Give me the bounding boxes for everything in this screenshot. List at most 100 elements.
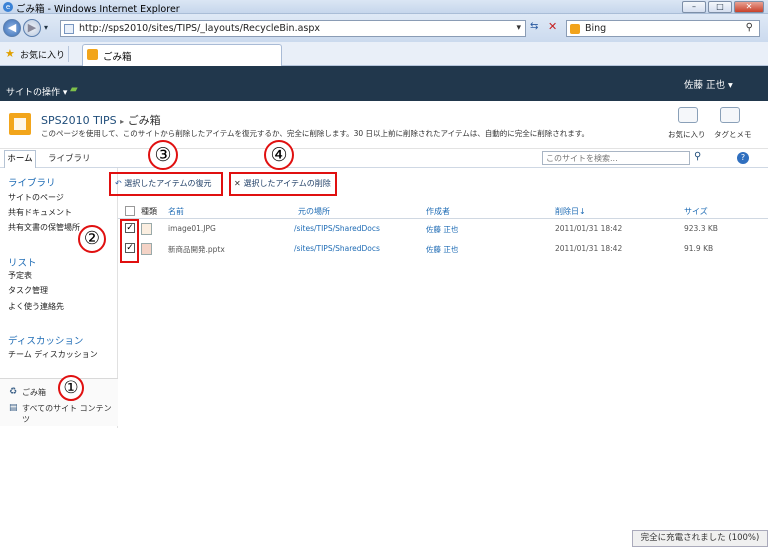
bing-icon <box>570 24 580 34</box>
url-text: http://sps2010/sites/TIPS/_layouts/Recyc… <box>79 23 321 34</box>
recent-pages-dropdown-icon[interactable]: ▾ <box>44 23 48 32</box>
row-name: 新商品開発.pptx <box>168 245 225 254</box>
sharepoint-tab-icon <box>87 49 98 60</box>
checkbox-highlight-box <box>120 219 139 263</box>
breadcrumb-separator-icon: ▸ <box>120 117 125 126</box>
favorites-button[interactable]: お気に入り <box>20 48 65 61</box>
minimize-button[interactable]: – <box>682 1 706 13</box>
restore-label: 選択したアイテムの復元 <box>124 179 212 188</box>
breadcrumb-site-link[interactable]: SPS2010 TIPS <box>41 114 117 127</box>
recycle-bin-icon: ♻ <box>9 387 18 397</box>
favorites-bar: ★ お気に入り ごみ箱 <box>0 42 768 66</box>
status-bar: 完全に充電されました (100%) <box>632 530 768 547</box>
delete-button[interactable]: ✕ 選択したアイテムの削除 <box>229 172 337 196</box>
column-type: 種類 <box>141 207 157 216</box>
ie-icon: e <box>3 2 13 12</box>
search-icon[interactable]: ⚲ <box>746 22 753 33</box>
site-content-icon: ▤ <box>9 403 18 413</box>
column-created-by[interactable]: 作成者 <box>426 206 450 217</box>
nav-recycle-bin[interactable]: ごみ箱 <box>22 387 46 398</box>
favorites-star-icon: ★ <box>5 47 15 60</box>
row-author[interactable]: 佐藤 正也 <box>426 244 458 255</box>
browser-tab[interactable]: ごみ箱 <box>82 44 282 66</box>
nav-item-calendar[interactable]: 予定表 <box>8 270 32 281</box>
nav-heading-libraries[interactable]: ライブラリ <box>8 175 56 189</box>
forward-button[interactable]: ▶ <box>23 19 41 37</box>
row-name: image01.JPG <box>168 224 216 233</box>
close-button[interactable]: ✕ <box>734 1 764 13</box>
delete-icon: ✕ <box>234 179 244 188</box>
site-actions-menu[interactable]: サイトの操作 ▾ <box>6 85 67 98</box>
breadcrumb-current-page: ごみ箱 <box>127 114 161 127</box>
page-icon <box>64 24 74 34</box>
tags-notes-icon[interactable] <box>720 107 740 123</box>
nav-item-shared-documents[interactable]: 共有ドキュメント <box>8 207 72 218</box>
breadcrumb: SPS2010 TIPS ▸ ごみ箱 <box>41 112 161 128</box>
site-search-input[interactable] <box>543 152 689 164</box>
divider <box>68 46 69 62</box>
nav-item-contacts[interactable]: よく使う連絡先 <box>8 301 64 312</box>
annotation-4: ④ <box>264 140 294 170</box>
site-search-box <box>542 151 690 165</box>
navigate-up-icon[interactable]: ▰ <box>70 84 78 95</box>
annotation-2: ② <box>78 225 106 253</box>
favorite-label[interactable]: お気に入り <box>668 129 706 140</box>
user-name: 佐藤 正也 <box>684 80 726 91</box>
column-size[interactable]: サイズ <box>684 206 708 217</box>
column-deleted[interactable]: 削除日↓ <box>555 206 586 217</box>
row-size: 91.9 KB <box>684 244 714 253</box>
select-all-checkbox[interactable] <box>125 206 135 216</box>
nav-heading-discussions[interactable]: ディスカッション <box>8 333 83 347</box>
maximize-button[interactable]: □ <box>708 1 732 13</box>
nav-item-site-pages[interactable]: サイトのページ <box>8 192 64 203</box>
row-size: 923.3 KB <box>684 224 718 233</box>
column-original-location[interactable]: 元の場所 <box>298 206 330 217</box>
sharepoint-ribbon-header: サイトの操作 ▾ ▰ 佐藤 正也 ▾ <box>0 66 768 101</box>
nav-item-document-archive[interactable]: 共有文書の保管場所 <box>8 222 80 233</box>
tab-title: ごみ箱 <box>103 52 132 63</box>
ribbon-tab-row: ホーム ライブラリ ⚲ ? <box>0 149 768 168</box>
site-title-area: SPS2010 TIPS ▸ ごみ箱 このページを使用して、このサイトから削除し… <box>0 101 768 149</box>
refresh-icon[interactable]: ⇆ <box>530 21 538 32</box>
delete-label: 選択したアイテムの削除 <box>243 179 331 188</box>
back-button[interactable]: ◀ <box>3 19 21 37</box>
site-logo-icon <box>9 113 31 135</box>
row-deleted: 2011/01/31 18:42 <box>555 244 623 253</box>
row-location[interactable]: /sites/TIPS/SharedDocs <box>294 224 380 233</box>
column-name[interactable]: 名前 <box>168 206 184 217</box>
nav-item-team-discussion[interactable]: チーム ディスカッション <box>8 349 98 360</box>
row-deleted: 2011/01/31 18:42 <box>555 224 623 233</box>
sort-desc-icon: ↓ <box>579 207 586 216</box>
image-file-icon <box>141 223 152 235</box>
annotation-1: ① <box>58 375 84 401</box>
user-menu[interactable]: 佐藤 正也 ▾ <box>684 77 733 91</box>
nav-item-tasks[interactable]: タスク管理 <box>8 285 48 296</box>
search-engine-label: Bing <box>585 23 607 34</box>
row-author[interactable]: 佐藤 正也 <box>426 224 458 235</box>
row-location[interactable]: /sites/TIPS/SharedDocs <box>294 244 380 253</box>
site-actions-label: サイトの操作 <box>6 88 61 98</box>
tab-library[interactable]: ライブラリ <box>48 151 91 168</box>
window-titlebar: e ごみ箱 - Windows Internet Explorer – □ ✕ <box>0 0 768 15</box>
search-field[interactable]: Bing ⚲ <box>566 20 760 37</box>
site-search-icon[interactable]: ⚲ <box>694 151 701 162</box>
help-icon[interactable]: ? <box>737 152 749 164</box>
restore-icon: ↶ <box>115 179 125 188</box>
recycle-bin-toolbar: ↶ 選択したアイテムの復元 ✕ 選択したアイテムの削除 <box>109 168 768 204</box>
address-toolbar: ◀ ▶ ▾ http://sps2010/sites/TIPS/_layouts… <box>0 14 768 42</box>
url-field[interactable]: http://sps2010/sites/TIPS/_layouts/Recyc… <box>60 20 526 37</box>
list-header: 種類 名前 元の場所 作成者 削除日↓ サイズ <box>118 204 768 219</box>
tab-home[interactable]: ホーム <box>4 150 36 168</box>
window-title: ごみ箱 - Windows Internet Explorer <box>16 4 180 15</box>
table-row: ✓ image01.JPG /sites/TIPS/SharedDocs 佐藤 … <box>118 220 768 238</box>
page-description: このページを使用して、このサイトから削除したアイテムを復元するか、完全に削除しま… <box>41 129 590 138</box>
column-deleted-label: 削除日 <box>555 207 579 216</box>
nav-all-site-content[interactable]: すべてのサイト コンテンツ <box>22 403 118 425</box>
stop-icon[interactable]: ✕ <box>548 20 557 33</box>
favorite-tag-icon[interactable] <box>678 107 698 123</box>
annotation-3: ③ <box>148 140 178 170</box>
tags-notes-label[interactable]: タグとメモ <box>714 129 752 140</box>
nav-heading-lists[interactable]: リスト <box>8 255 37 269</box>
restore-button[interactable]: ↶ 選択したアイテムの復元 <box>109 172 223 196</box>
url-dropdown-icon[interactable]: ▾ <box>516 23 521 33</box>
